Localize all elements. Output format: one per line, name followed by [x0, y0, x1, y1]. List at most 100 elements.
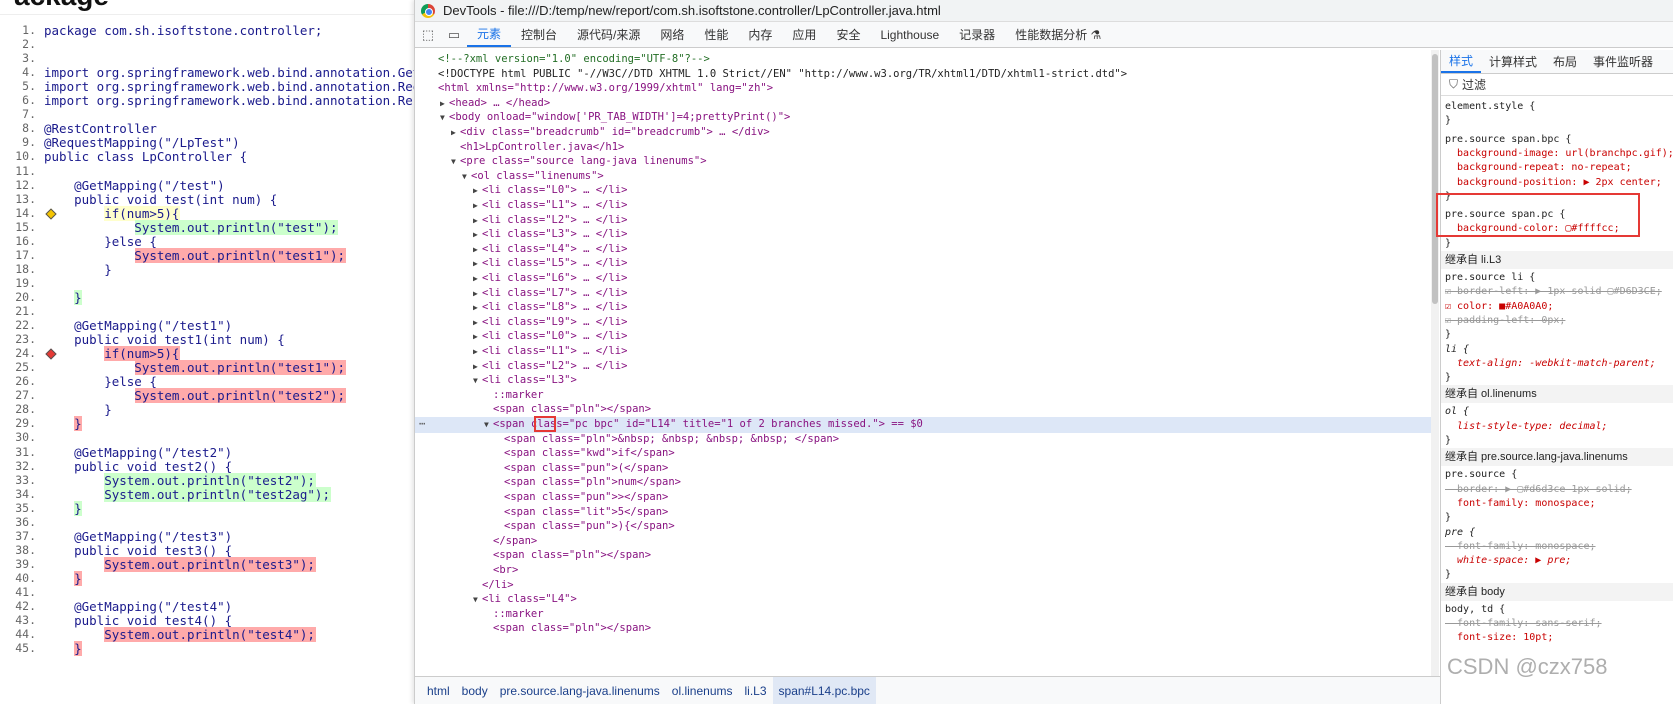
breadcrumb-item[interactable]: ol.linenums [666, 677, 739, 704]
dom-node-row[interactable]: ▶ <li class="L9"> … </li> [415, 315, 1431, 331]
styles-tab-1[interactable]: 计算样式 [1481, 50, 1545, 73]
breadcrumb-item[interactable]: li.L3 [739, 677, 773, 704]
dom-node-row[interactable]: <span class="pun">){</span> [415, 519, 1431, 535]
dom-node-row[interactable]: ▼ <body onload="window['PR_TAB_WIDTH']=4;… [415, 110, 1431, 126]
expand-toggle-icon[interactable]: ▶ [473, 242, 482, 258]
style-rule-line[interactable]: font-family: sans-serif; [1441, 617, 1673, 631]
dom-node-row[interactable]: ▶ <li class="L0"> … </li> [415, 183, 1431, 199]
expand-toggle-icon[interactable]: ▼ [462, 169, 471, 185]
expand-toggle-icon[interactable]: ▶ [473, 213, 482, 229]
dom-node-row[interactable]: <span class="pln">&nbsp; &nbsp; &nbsp; &… [415, 432, 1431, 448]
dom-node-row[interactable]: ▶ <li class="L2"> … </li> [415, 213, 1431, 229]
style-rule-line[interactable]: border: ▶ ▢#d6d3ce 1px solid; [1441, 483, 1673, 497]
expand-toggle-icon[interactable]: ▶ [473, 359, 482, 375]
dom-node-row[interactable]: ::marker [415, 388, 1431, 404]
tab-5[interactable]: 内存 [738, 22, 782, 47]
scrollbar-thumb[interactable] [1432, 54, 1438, 304]
dom-node-row[interactable]: ▶ <li class="L1"> … </li> [415, 344, 1431, 360]
dom-node-row[interactable]: ▼ <li class="L3"> [415, 373, 1431, 389]
expand-toggle-icon[interactable]: ▼ [440, 110, 449, 126]
tab-3[interactable]: 网络 [650, 22, 694, 47]
dom-node-row[interactable]: <!--?xml version="1.0" encoding="UTF-8"?… [415, 52, 1431, 68]
dom-node-row[interactable]: ▶ <li class="L3"> … </li> [415, 227, 1431, 243]
dom-node-row[interactable]: ▶ <li class="L2"> … </li> [415, 359, 1431, 375]
breadcrumb-item[interactable]: pre.source.lang-java.linenums [494, 677, 666, 704]
dom-node-row[interactable]: <span class="pln"></span> [415, 621, 1431, 637]
dom-node-row[interactable]: ▼ <pre class="source lang-java linenums"> [415, 154, 1431, 170]
expand-toggle-icon[interactable]: ▶ [473, 256, 482, 272]
expand-toggle-icon[interactable]: ▶ [473, 198, 482, 214]
dom-node-row[interactable]: <html xmlns="http://www.w3.org/1999/xhtm… [415, 81, 1431, 97]
dom-node-row[interactable]: <!DOCTYPE html PUBLIC "-//W3C//DTD XHTML… [415, 67, 1431, 83]
elements-dom-tree[interactable]: <!--?xml version="1.0" encoding="UTF-8"?… [415, 50, 1431, 676]
tab-9[interactable]: 记录器 [949, 22, 1005, 47]
expand-toggle-icon[interactable]: ▶ [451, 125, 460, 141]
tab-6[interactable]: 应用 [782, 22, 826, 47]
device-toolbar-icon[interactable]: ▭ [441, 22, 467, 47]
expand-toggle-icon[interactable]: ▼ [473, 373, 482, 389]
expand-toggle-icon[interactable]: ▶ [473, 183, 482, 199]
inspect-element-icon[interactable]: ⬚ [415, 22, 441, 47]
style-rule-line[interactable]: ☑ border-left: ▶ 1px solid ▢#D6D3CE; [1441, 285, 1673, 299]
tab-10[interactable]: 性能数据分析 ⚗ [1005, 22, 1111, 47]
tab-8[interactable]: Lighthouse [870, 22, 949, 47]
dom-node-row[interactable]: ▶ <li class="L4"> … </li> [415, 242, 1431, 258]
style-rule-line[interactable]: background-repeat: no-repeat; [1441, 161, 1673, 175]
styles-tab-2[interactable]: 布局 [1545, 50, 1585, 73]
dom-node-row[interactable]: ▶ <li class="L5"> … </li> [415, 256, 1431, 272]
dom-node-row[interactable]: </li> [415, 578, 1431, 594]
expand-toggle-icon[interactable]: ▼ [484, 417, 493, 433]
dom-node-row[interactable]: <br> [415, 563, 1431, 579]
tab-7[interactable]: 安全 [826, 22, 870, 47]
expand-toggle-icon[interactable]: ▶ [440, 96, 449, 112]
dom-node-row[interactable]: <span class="kwd">if</span> [415, 446, 1431, 462]
style-rule-line[interactable]: background-image: url(branchpc.gif); [1441, 147, 1673, 161]
dom-node-row[interactable]: ⋯ ▼ <span class="pc bpc" id="L14" title="1… [415, 417, 1431, 433]
dom-node-row[interactable]: <span class="pun">></span> [415, 490, 1431, 506]
dom-node-row[interactable]: ▼ <ol class="linenums"> [415, 169, 1431, 185]
expand-toggle-icon[interactable]: ▶ [473, 300, 482, 316]
expand-toggle-icon[interactable]: ▶ [473, 227, 482, 243]
tab-0[interactable]: 元素 [467, 22, 512, 47]
dom-node-row[interactable]: <span class="pun">(</span> [415, 461, 1431, 477]
elements-scrollbar[interactable] [1431, 50, 1439, 676]
dom-node-row[interactable]: <span class="lit">5</span> [415, 505, 1431, 521]
dom-node-row[interactable]: ▶ <li class="L7"> … </li> [415, 286, 1431, 302]
style-rule-line[interactable]: list-style-type: decimal; [1441, 420, 1673, 434]
dom-node-row[interactable]: ▶ <li class="L6"> … </li> [415, 271, 1431, 287]
style-rule-line[interactable]: font-family: monospace; [1441, 497, 1673, 511]
dom-node-row[interactable]: ▶ <li class="L8"> … </li> [415, 300, 1431, 316]
expand-toggle-icon[interactable]: ▶ [473, 344, 482, 360]
expand-toggle-icon[interactable]: ▶ [473, 271, 482, 287]
styles-filter[interactable]: ⛉ 过滤 [1441, 74, 1673, 96]
expand-toggle-icon[interactable]: ▶ [473, 329, 482, 345]
style-rule-line[interactable]: font-size: 10pt; [1441, 631, 1673, 645]
expand-toggle-icon[interactable]: ▶ [473, 315, 482, 331]
style-rule-line[interactable]: background-position: ▶ 2px center; [1441, 176, 1673, 190]
dom-node-row[interactable]: ▼ <li class="L4"> [415, 592, 1431, 608]
expand-toggle-icon[interactable]: ▼ [473, 592, 482, 608]
style-rule-line[interactable]: ☑ padding-left: 0px; [1441, 314, 1673, 328]
expand-toggle-icon[interactable]: ▼ [451, 154, 460, 170]
dom-node-row[interactable]: <h1>LpController.java</h1> [415, 140, 1431, 156]
style-rule-line[interactable]: white-space: ▶ pre; [1441, 554, 1673, 568]
breadcrumb-item[interactable]: span#L14.pc.bpc [772, 677, 876, 704]
styles-tab-3[interactable]: 事件监听器 [1585, 50, 1661, 73]
tab-1[interactable]: 控制台 [511, 22, 567, 47]
tab-4[interactable]: 性能 [694, 22, 738, 47]
dom-node-row[interactable]: ▶ <head> … </head> [415, 96, 1431, 112]
dom-node-row[interactable]: ▶ <div class="breadcrumb" id="breadcrumb"… [415, 125, 1431, 141]
style-rule-line[interactable]: text-align: -webkit-match-parent; [1441, 357, 1673, 371]
dom-node-row[interactable]: ▶ <li class="L0"> … </li> [415, 329, 1431, 345]
styles-tab-0[interactable]: 样式 [1441, 50, 1482, 73]
dom-node-row[interactable]: ▶ <li class="L1"> … </li> [415, 198, 1431, 214]
expand-toggle-icon[interactable]: ▶ [473, 286, 482, 302]
tab-2[interactable]: 源代码/来源 [567, 22, 650, 47]
dom-node-row[interactable]: ::marker [415, 607, 1431, 623]
breadcrumb-item[interactable]: body [456, 677, 494, 704]
style-rule-line[interactable]: ☑ color: ■#A0A0A0; [1441, 300, 1673, 314]
dom-node-row[interactable]: <span class="pln"></span> [415, 402, 1431, 418]
dom-node-row[interactable]: <span class="pln"></span> [415, 548, 1431, 564]
breadcrumb-item[interactable]: html [421, 677, 456, 704]
dom-node-row[interactable]: <span class="pln">num</span> [415, 475, 1431, 491]
